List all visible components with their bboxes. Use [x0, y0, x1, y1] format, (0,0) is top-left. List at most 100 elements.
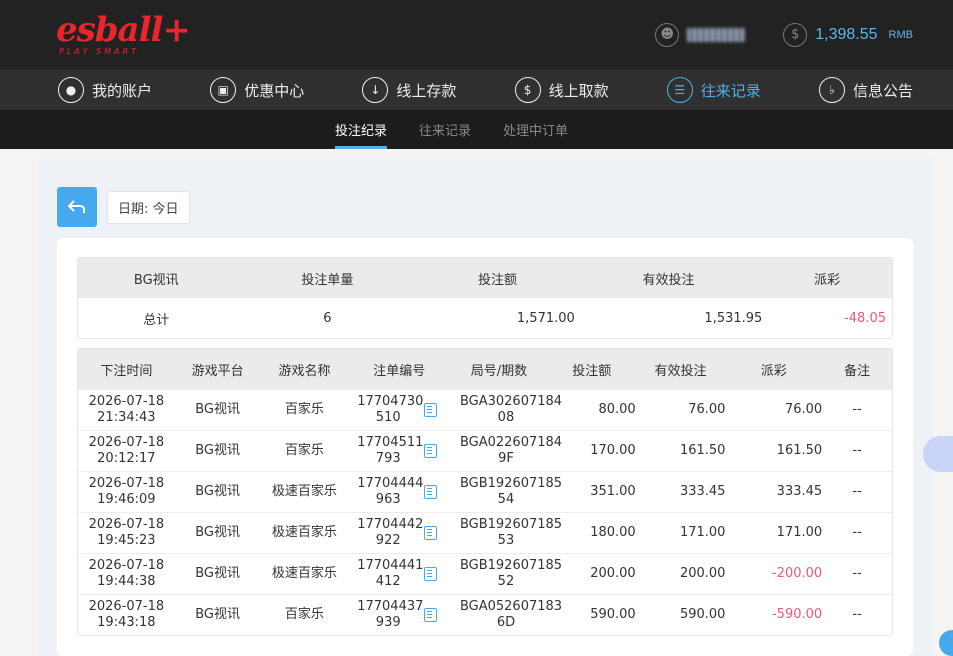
user-menu[interactable]: ☻	[655, 22, 746, 47]
content-panel: 日期: 今日 BG视讯 投注单量 投注额 有效投注 派彩 总计 6 1,571.…	[38, 158, 933, 656]
ticket-part-1: 17704442	[357, 517, 424, 532]
round-part-2: 54	[497, 492, 515, 507]
col-ticket: 注单编号	[373, 363, 426, 379]
copy-icon[interactable]	[424, 526, 438, 540]
bet-time: 2026-07-18 19:45:23	[78, 517, 175, 549]
valid-cell: 171.00	[679, 525, 726, 540]
ticket-number: 17704442 922	[357, 517, 424, 549]
tab-transactions[interactable]: 往来记录	[419, 110, 471, 149]
col-round: 局号/期数	[470, 363, 528, 379]
summary-total-label: 总计	[143, 312, 170, 328]
game-cell: 极速百家乐	[271, 484, 337, 499]
nav-withdraw[interactable]: $ 线上取款	[514, 77, 609, 103]
bet-clock: 19:45:23	[97, 533, 156, 548]
valid-cell: 76.00	[688, 402, 726, 417]
nav-my-account[interactable]: ● 我的账户	[58, 77, 152, 103]
table-row: 2026-07-18 21:34:43 BG视讯 百家乐 17704730 510 BGA3…	[78, 389, 892, 430]
ticket-cell: 17704441 412	[348, 558, 450, 590]
ticket-part-2: 939	[375, 615, 401, 630]
toolbar: 日期: 今日	[57, 187, 190, 227]
nav-label: 我的账户	[92, 81, 153, 100]
platform-cell: BG视讯	[195, 402, 240, 417]
bet-clock: 19:43:18	[97, 615, 156, 630]
username-blurred	[687, 27, 746, 42]
bet-clock: 19:44:38	[97, 574, 156, 589]
nav-label: 信息公告	[852, 81, 913, 100]
round-part-2: 53	[497, 533, 515, 548]
bet-clock: 20:12:17	[97, 451, 156, 466]
round-cell: BGB192607185 53	[450, 517, 562, 549]
table-row: 2026-07-18 19:44:38 BG视讯 极速百家乐 17704441 412 BG…	[78, 553, 892, 594]
withdraw-icon: $	[514, 77, 541, 103]
side-float-button[interactable]	[923, 436, 953, 472]
user-icon: ●	[58, 77, 84, 103]
gift-icon: ▣	[210, 77, 237, 103]
back-button[interactable]	[57, 187, 97, 227]
round-part-2: 9F	[498, 451, 514, 466]
nav-label: 优惠中心	[244, 81, 305, 100]
tab-bet-records[interactable]: 投注纪录	[334, 110, 387, 149]
game-cell: 极速百家乐	[271, 566, 337, 581]
table-row: 2026-07-18 19:43:18 BG视讯 百家乐 17704437 939 BGA0…	[78, 594, 892, 635]
bet-date: 2026-07-18	[88, 435, 165, 450]
ticket-part-2: 510	[375, 410, 401, 425]
round-part-2: 08	[497, 410, 515, 425]
ticket-number: 17704441 412	[357, 558, 423, 590]
bet-cell: 80.00	[598, 402, 636, 417]
records-icon: ☰	[666, 77, 693, 103]
bet-cell: 180.00	[590, 525, 636, 540]
bet-date: 2026-07-18	[88, 558, 165, 573]
ticket-cell: 17704730 510	[348, 394, 450, 426]
round-part-1: BGB192607185	[459, 558, 563, 573]
copy-icon[interactable]	[424, 608, 438, 622]
nav-records[interactable]: ☰ 往来记录	[666, 77, 761, 103]
bet-cell: 351.00	[590, 484, 636, 499]
note-cell: --	[852, 443, 862, 458]
bet-cell: 170.00	[590, 443, 636, 458]
valid-cell: 161.50	[679, 443, 726, 458]
note-cell: --	[852, 525, 862, 540]
bet-time: 2026-07-18 21:34:43	[78, 394, 175, 426]
nav-deposit[interactable]: ↓ 线上存款	[362, 77, 456, 103]
summary-col-platform: BG视讯	[133, 272, 179, 288]
payout-cell: 76.00	[784, 402, 823, 417]
note-cell: --	[852, 484, 862, 499]
note-cell: --	[852, 402, 862, 417]
ticket-part-2: 963	[375, 492, 401, 507]
round-part-1: BGA052607183	[459, 599, 563, 614]
ticket-number: 17704730 510	[357, 394, 424, 426]
date-filter[interactable]: 日期: 今日	[107, 190, 190, 224]
records-card: BG视讯 投注单量 投注额 有效投注 派彩 总计 6 1,571.00 1,53…	[57, 238, 913, 656]
side-float-button-2[interactable]	[939, 630, 953, 656]
ticket-cell: 17704442 922	[348, 517, 450, 549]
summary-total-payout: -48.05	[844, 310, 886, 326]
summary-col-bet: 投注额	[477, 272, 517, 288]
summary-total-bet: 1,571.00	[516, 310, 575, 326]
nav-label: 线上存款	[396, 81, 457, 100]
ticket-cell: 17704511 793	[348, 435, 450, 467]
detail-header: 下注时间 游戏平台 游戏名称 注单编号 局号/期数 投注额 有效投注 派彩 备注	[78, 349, 892, 389]
copy-icon[interactable]	[424, 403, 438, 417]
col-payout: 派彩	[760, 363, 787, 379]
nav-label: 线上取款	[548, 81, 609, 100]
ticket-cell: 17704437 939	[348, 599, 450, 631]
nav-announcements[interactable]: ♭ 信息公告	[818, 77, 913, 103]
summary-col-count: 投注单量	[301, 272, 354, 288]
ticket-part-1: 17704730	[357, 394, 424, 409]
copy-icon[interactable]	[424, 444, 438, 458]
logo-tagline: PLAY SMART	[59, 47, 140, 56]
col-note: 备注	[844, 363, 871, 379]
copy-icon[interactable]	[424, 567, 438, 581]
summary-table: BG视讯 投注单量 投注额 有效投注 派彩 总计 6 1,571.00 1,53…	[77, 257, 893, 339]
tab-pending-orders[interactable]: 处理中订单	[503, 110, 568, 149]
summary-total-valid: 1,531.95	[704, 310, 763, 326]
copy-icon[interactable]	[424, 485, 438, 499]
round-cell: BGA052607183 6D	[450, 599, 563, 631]
summary-total-count: 6	[323, 310, 332, 326]
platform-cell: BG视讯	[195, 484, 240, 499]
note-cell: --	[852, 607, 862, 622]
brand-logo[interactable]: esball+ PLAY SMART	[56, 13, 191, 56]
nav-promotions[interactable]: ▣ 优惠中心	[210, 77, 304, 103]
ticket-part-1: 17704511	[357, 435, 424, 450]
ticket-part-1: 17704437	[357, 599, 424, 614]
